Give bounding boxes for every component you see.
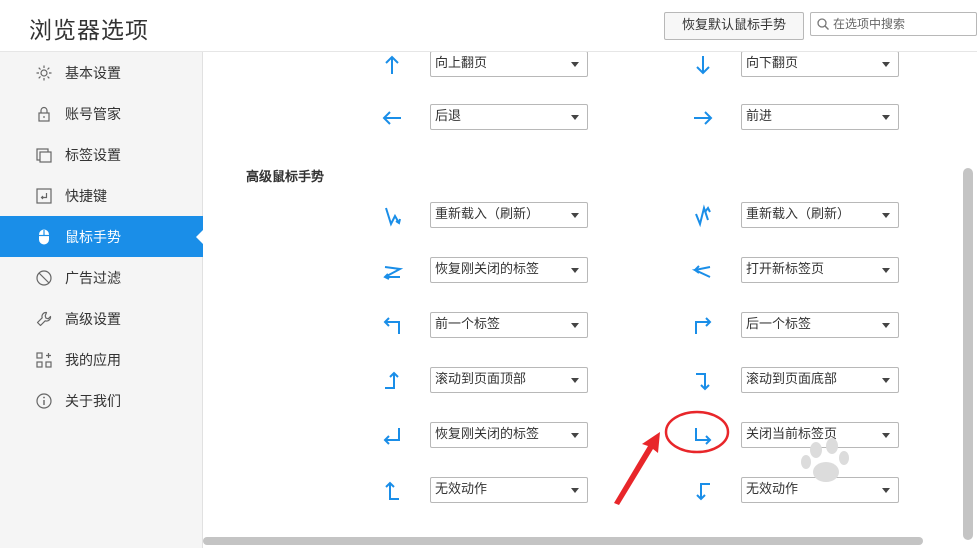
sidebar-item-label: 我的应用 — [65, 352, 121, 369]
up-left-gesture-icon — [383, 317, 400, 334]
lock-icon — [35, 105, 53, 123]
up-arrow-icon — [385, 55, 399, 74]
sidebar-item-label: 快捷键 — [65, 188, 107, 205]
chevron-down-icon — [571, 213, 579, 218]
gesture-row: 重新载入（刷新） 重新载入（刷新） — [204, 202, 977, 230]
gear-icon — [35, 64, 53, 82]
down-right-gesture-icon — [695, 428, 712, 445]
gesture-action-select[interactable]: 恢复刚关闭的标签 — [430, 422, 588, 448]
browser-options-window: 浏览器选项 恢复默认鼠标手势 基本设置 账号管家 — [0, 0, 977, 548]
wrench-icon — [35, 310, 53, 328]
gesture-action-select[interactable]: 重新载入（刷新） — [741, 202, 899, 228]
left-up-gesture-icon — [385, 371, 399, 389]
gesture-action-select[interactable]: 前进 — [741, 104, 899, 130]
search-box[interactable] — [810, 12, 977, 36]
section-title: 高级鼠标手势 — [246, 170, 325, 185]
sidebar-item-label: 关于我们 — [65, 393, 121, 410]
sidebar-item-label: 标签设置 — [65, 147, 121, 164]
down-arrow-icon — [696, 56, 710, 75]
gesture-action-select[interactable]: 后一个标签 — [741, 312, 899, 338]
tabs-icon — [35, 146, 53, 164]
gesture-row: 无效动作 无效动作 — [204, 477, 977, 505]
page-title: 浏览器选项 — [29, 18, 149, 44]
gesture-action-select[interactable]: 前一个标签 — [430, 312, 588, 338]
apps-icon — [35, 351, 53, 369]
up-down-gesture-icon — [695, 204, 711, 228]
chevron-down-icon — [571, 378, 579, 383]
chevron-down-icon — [882, 115, 890, 120]
right-down-alt-gesture-icon — [696, 483, 710, 501]
chevron-down-icon — [571, 115, 579, 120]
sidebar-item-label: 广告过滤 — [65, 270, 121, 287]
sidebar-item-account-manager[interactable]: 账号管家 — [0, 93, 203, 134]
chevron-down-icon — [882, 323, 890, 328]
chevron-down-icon — [882, 213, 890, 218]
sidebar-item-label: 高级设置 — [65, 311, 121, 328]
gesture-action-select[interactable]: 无效动作 — [741, 477, 899, 503]
chevron-down-icon — [882, 378, 890, 383]
chevron-down-icon — [571, 323, 579, 328]
chevron-down-icon — [882, 488, 890, 493]
sidebar: 基本设置 账号管家 标签设置 快捷键 鼠标手势 广告过滤 高级设置 我的应用 关… — [0, 52, 204, 548]
gesture-action-select[interactable]: 滚动到页面顶部 — [430, 367, 588, 393]
gesture-settings-panel: 向上翻页 向下翻页 后退 前进 高级鼠标手势 重新载入（刷新） 重新载入（刷新）… — [204, 52, 977, 548]
mouse-icon — [35, 228, 53, 246]
sidebar-item-label: 鼠标手势 — [65, 229, 121, 246]
sidebar-item-tab-settings[interactable]: 标签设置 — [0, 134, 203, 175]
up-right-gesture-icon — [695, 317, 712, 334]
chevron-down-icon — [571, 268, 579, 273]
gesture-action-select[interactable]: 后退 — [430, 104, 588, 130]
horizontal-scrollbar[interactable] — [203, 537, 923, 545]
gesture-row: 后退 前进 — [204, 104, 977, 132]
gesture-action-select[interactable]: 重新载入（刷新） — [430, 202, 588, 228]
chevron-down-icon — [882, 268, 890, 273]
gesture-action-select[interactable]: 恢复刚关闭的标签 — [430, 257, 588, 283]
sidebar-item-about-us[interactable]: 关于我们 — [0, 380, 203, 421]
sidebar-item-label: 基本设置 — [65, 65, 121, 82]
gesture-row: 前一个标签 后一个标签 — [204, 312, 977, 340]
sidebar-item-ad-filter[interactable]: 广告过滤 — [0, 257, 203, 298]
right-left-gesture-icon — [383, 266, 404, 280]
gesture-row: 恢复刚关闭的标签 关闭当前标签页 — [204, 422, 977, 450]
sidebar-item-basic-settings[interactable]: 基本设置 — [0, 52, 203, 93]
left-arrow-icon — [382, 111, 401, 125]
block-icon — [35, 269, 53, 287]
gesture-action-select[interactable]: 向下翻页 — [741, 52, 899, 77]
gesture-row: 向上翻页 向下翻页 — [204, 52, 977, 79]
gesture-action-select[interactable]: 向上翻页 — [430, 52, 588, 77]
sidebar-item-mouse-gestures[interactable]: 鼠标手势 — [0, 216, 204, 257]
right-arrow-icon — [694, 111, 713, 125]
sidebar-item-my-apps[interactable]: 我的应用 — [0, 339, 203, 380]
gesture-action-select[interactable]: 打开新标签页 — [741, 257, 899, 283]
gesture-action-select[interactable]: 无效动作 — [430, 477, 588, 503]
chevron-down-icon — [882, 62, 890, 67]
info-icon — [35, 392, 53, 410]
chevron-down-icon — [882, 433, 890, 438]
gesture-row: 滚动到页面顶部 滚动到页面底部 — [204, 367, 977, 395]
keyboard-icon — [35, 187, 53, 205]
chevron-down-icon — [571, 488, 579, 493]
gesture-row: 恢复刚关闭的标签 打开新标签页 — [204, 257, 977, 285]
sidebar-item-label: 账号管家 — [65, 106, 121, 123]
chevron-down-icon — [571, 433, 579, 438]
sidebar-item-shortcuts[interactable]: 快捷键 — [0, 175, 203, 216]
restore-default-gestures-button[interactable]: 恢复默认鼠标手势 — [664, 12, 804, 40]
vertical-scrollbar[interactable] — [963, 168, 973, 540]
chevron-down-icon — [571, 62, 579, 67]
gesture-action-select[interactable]: 滚动到页面底部 — [741, 367, 899, 393]
left-right-gesture-icon — [691, 265, 711, 278]
search-icon — [817, 18, 829, 30]
down-up-gesture-icon — [385, 207, 401, 227]
gesture-action-select[interactable]: 关闭当前标签页 — [741, 422, 899, 448]
search-input[interactable] — [833, 15, 973, 33]
down-left-gesture-icon — [383, 428, 400, 445]
sidebar-item-advanced-settings[interactable]: 高级设置 — [0, 298, 203, 339]
right-down-gesture-icon — [696, 373, 710, 391]
right-up-gesture-icon — [385, 481, 399, 500]
header: 浏览器选项 恢复默认鼠标手势 — [0, 0, 977, 52]
